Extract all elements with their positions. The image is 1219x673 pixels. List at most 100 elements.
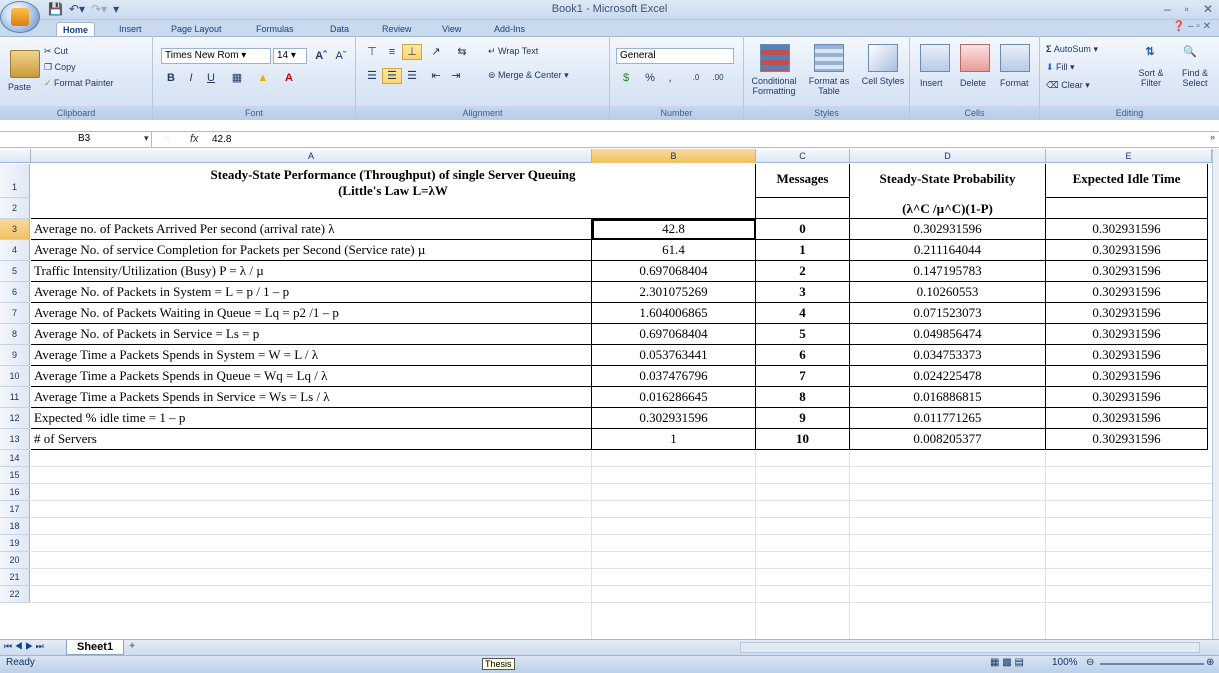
align-bottom-icon[interactable]: ⊥ bbox=[402, 44, 422, 60]
bold-icon[interactable]: B bbox=[161, 70, 181, 86]
sheet-nav-icon[interactable]: ⏮ ◀ ▶ ⏭ bbox=[4, 641, 44, 652]
tab-insert[interactable]: Insert bbox=[113, 22, 148, 36]
align-middle-icon[interactable]: ≡ bbox=[382, 44, 402, 60]
row-header-11[interactable]: 11 bbox=[0, 387, 30, 408]
format-button[interactable]: Format bbox=[1000, 78, 1029, 88]
increase-decimal-icon[interactable]: .0 bbox=[686, 70, 706, 86]
column-header-b[interactable]: B bbox=[592, 149, 756, 163]
align-center-icon[interactable]: ☰ bbox=[382, 68, 402, 84]
cell-b8[interactable]: 0.697068404 bbox=[592, 324, 756, 345]
minimize-icon[interactable]: – bbox=[1164, 2, 1171, 16]
vertical-scrollbar[interactable] bbox=[1212, 149, 1219, 639]
tab-formulas[interactable]: Formulas bbox=[250, 22, 300, 36]
row-header-12[interactable]: 12 bbox=[0, 408, 30, 429]
header-steady-state-probability[interactable]: Steady-State Probability (λ^C /µ^C)(1-P) bbox=[850, 164, 1046, 219]
cell-b9[interactable]: 0.053763441 bbox=[592, 345, 756, 366]
name-box[interactable]: B3 bbox=[0, 131, 152, 148]
cell-a8[interactable]: Average No. of Packets in Service = Ls =… bbox=[31, 324, 592, 345]
cell-c4[interactable]: 1 bbox=[756, 240, 850, 261]
cell-a9[interactable]: Average Time a Packets Spends in System … bbox=[31, 345, 592, 366]
row-header-19[interactable]: 19 bbox=[0, 535, 30, 552]
tab-review[interactable]: Review bbox=[376, 22, 418, 36]
cell-d7[interactable]: 0.071523073 bbox=[850, 303, 1046, 324]
grow-font-icon[interactable]: Aˆ bbox=[311, 48, 331, 64]
row-header-6[interactable]: 6 bbox=[0, 282, 30, 303]
zoom-in-icon[interactable]: ⊕ bbox=[1206, 657, 1214, 668]
row-header-3[interactable]: 3 bbox=[0, 219, 30, 240]
cell-b6[interactable]: 2.301075269 bbox=[592, 282, 756, 303]
comma-style-icon[interactable]: , bbox=[660, 70, 680, 86]
cell-d11[interactable]: 0.016886815 bbox=[850, 387, 1046, 408]
cell-b5[interactable]: 0.697068404 bbox=[592, 261, 756, 282]
clear-button[interactable]: ⌫ Clear ▾ bbox=[1046, 80, 1090, 91]
title-cell[interactable]: Steady-State Performance (Throughput) of… bbox=[31, 164, 756, 219]
restore-icon[interactable]: ▫ bbox=[1185, 2, 1189, 16]
conditional-formatting-button[interactable]: Conditional Formatting bbox=[746, 76, 802, 96]
cell-e9[interactable]: 0.302931596 bbox=[1046, 345, 1208, 366]
format-painter-button[interactable]: ✓ Format Painter bbox=[44, 78, 114, 89]
row-header-21[interactable]: 21 bbox=[0, 569, 30, 586]
percent-icon[interactable]: % bbox=[640, 70, 660, 86]
row-header-5[interactable]: 5 bbox=[0, 261, 30, 282]
horizontal-scrollbar[interactable] bbox=[740, 642, 1200, 653]
align-right-icon[interactable]: ☰ bbox=[402, 68, 422, 84]
tab-home[interactable]: Home bbox=[56, 22, 96, 37]
align-top-icon[interactable]: ⊤ bbox=[362, 44, 382, 60]
fill-button[interactable]: ⬇ Fill ▾ bbox=[1046, 62, 1075, 73]
cut-button[interactable]: ✂ Cut bbox=[44, 46, 68, 57]
zoom-slider[interactable] bbox=[1100, 663, 1204, 665]
row-header-10[interactable]: 10 bbox=[0, 366, 30, 387]
column-header-c[interactable]: C bbox=[756, 149, 850, 163]
cell-b11[interactable]: 0.016286645 bbox=[592, 387, 756, 408]
row-header-13[interactable]: 13 bbox=[0, 429, 30, 450]
cell-b10[interactable]: 0.037476796 bbox=[592, 366, 756, 387]
cell-a10[interactable]: Average Time a Packets Spends in Queue =… bbox=[31, 366, 592, 387]
fill-color-icon[interactable]: ▲ bbox=[253, 70, 273, 86]
formula-input[interactable]: 42.8 bbox=[212, 131, 231, 148]
formula-expand-icon[interactable]: » bbox=[1210, 132, 1215, 142]
tab-page-layout[interactable]: Page Layout bbox=[165, 22, 228, 36]
cell-c3[interactable]: 0 bbox=[756, 219, 850, 240]
align-left-icon[interactable]: ☰ bbox=[362, 68, 382, 84]
column-header-a[interactable]: A bbox=[31, 149, 592, 163]
currency-icon[interactable]: $ bbox=[616, 70, 636, 86]
find-select-button[interactable]: Find & Select bbox=[1174, 68, 1216, 88]
decrease-indent-icon[interactable]: ⇤ bbox=[426, 68, 446, 84]
cell-e10[interactable]: 0.302931596 bbox=[1046, 366, 1208, 387]
row-header-16[interactable]: 16 bbox=[0, 484, 30, 501]
cell-a6[interactable]: Average No. of Packets in System = L = p… bbox=[31, 282, 592, 303]
cell-e2[interactable] bbox=[1046, 198, 1208, 219]
cell-e8[interactable]: 0.302931596 bbox=[1046, 324, 1208, 345]
select-all-corner[interactable] bbox=[0, 149, 31, 163]
cell-d3[interactable]: 0.302931596 bbox=[850, 219, 1046, 240]
zoom-out-icon[interactable]: ⊖ bbox=[1086, 657, 1094, 668]
cell-d8[interactable]: 0.049856474 bbox=[850, 324, 1046, 345]
column-header-e[interactable]: E bbox=[1046, 149, 1212, 163]
italic-icon[interactable]: I bbox=[181, 70, 201, 86]
cell-e4[interactable]: 0.302931596 bbox=[1046, 240, 1208, 261]
row-header-18[interactable]: 18 bbox=[0, 518, 30, 535]
increase-indent-icon[interactable]: ⇥ bbox=[446, 68, 466, 84]
cell-a5[interactable]: Traffic Intensity/Utilization (Busy) P =… bbox=[31, 261, 592, 282]
cell-a3[interactable]: Average no. of Packets Arrived Per secon… bbox=[31, 219, 592, 240]
row-header-8[interactable]: 8 bbox=[0, 324, 30, 345]
zoom-level[interactable]: 100% bbox=[1052, 657, 1078, 668]
cell-b7[interactable]: 1.604006865 bbox=[592, 303, 756, 324]
cell-d5[interactable]: 0.147195783 bbox=[850, 261, 1046, 282]
paste-button[interactable]: Paste bbox=[8, 82, 31, 92]
cell-a11[interactable]: Average Time a Packets Spends in Service… bbox=[31, 387, 592, 408]
borders-icon[interactable]: ▦ bbox=[227, 70, 247, 86]
shrink-font-icon[interactable]: Aˇ bbox=[331, 48, 351, 64]
cell-e11[interactable]: 0.302931596 bbox=[1046, 387, 1208, 408]
paste-icon[interactable] bbox=[10, 50, 40, 78]
insert-function-icon[interactable]: fx bbox=[190, 131, 199, 148]
cell-styles-button[interactable]: Cell Styles bbox=[858, 76, 908, 86]
cell-a12[interactable]: Expected % idle time = 1 – p bbox=[31, 408, 592, 429]
tab-view[interactable]: View bbox=[436, 22, 467, 36]
cell-d13[interactable]: 0.008205377 bbox=[850, 429, 1046, 450]
cell-c13[interactable]: 10 bbox=[756, 429, 850, 450]
number-format-select[interactable]: General bbox=[616, 48, 734, 64]
format-as-table-button[interactable]: Format as Table bbox=[802, 76, 856, 96]
view-buttons[interactable]: ▦ ▩ ▤ bbox=[990, 657, 1024, 668]
copy-button[interactable]: ❐ Copy bbox=[44, 62, 76, 73]
